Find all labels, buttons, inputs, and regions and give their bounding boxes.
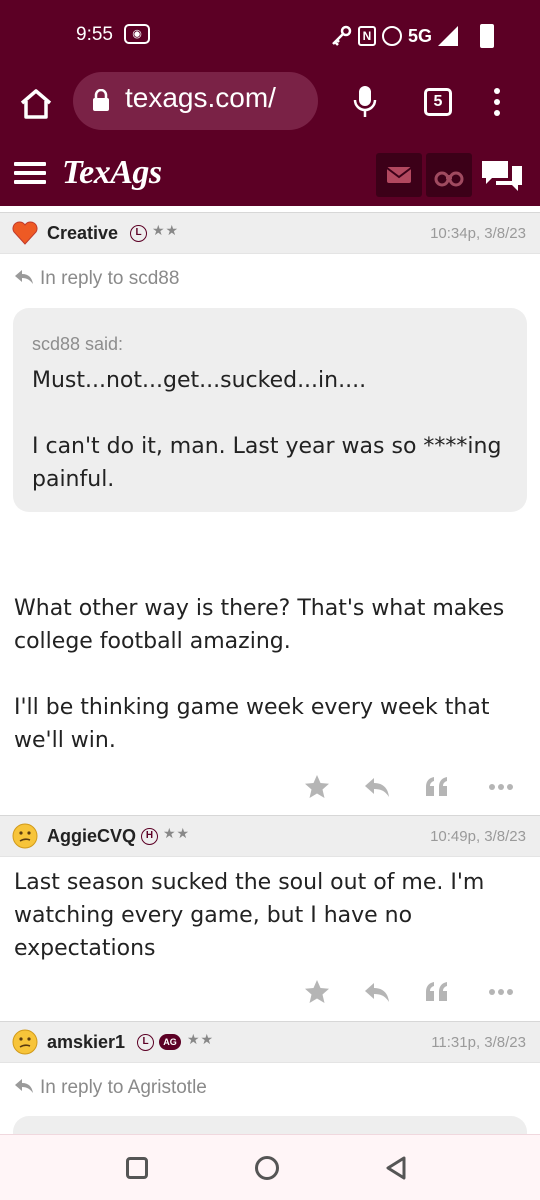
quote-author: scd88 said: xyxy=(32,334,124,354)
reply-icon[interactable] xyxy=(362,772,392,802)
post-username[interactable]: amskier1 xyxy=(47,1032,125,1053)
network-type: 5G xyxy=(408,25,433,46)
member-badge: L xyxy=(130,225,147,242)
lock-icon xyxy=(93,89,109,111)
post-actions xyxy=(300,977,530,1007)
post-username[interactable]: AggieCVQ xyxy=(47,826,136,847)
user-stars: ★★ xyxy=(187,1032,215,1048)
chat-icon[interactable] xyxy=(480,158,524,192)
member-badge: H xyxy=(141,828,158,845)
reply-to-link[interactable]: In reply to Agristotle xyxy=(14,1077,207,1099)
microphone-icon[interactable] xyxy=(352,84,378,120)
post-body: Last season sucked the soul out of me. I… xyxy=(14,870,485,961)
thinking-face-avatar-icon[interactable] xyxy=(12,1029,38,1055)
signal-icon xyxy=(438,26,459,46)
post-header: AggieCVQ H ★★ 10:49p, 3/8/23 xyxy=(0,815,540,857)
home-icon[interactable] xyxy=(18,86,54,122)
site-header: TexAgs xyxy=(0,140,540,206)
reply-icon[interactable] xyxy=(362,977,392,1007)
recent-apps-icon[interactable] xyxy=(126,1157,148,1179)
address-bar[interactable]: texags.com/ xyxy=(73,72,318,130)
quote-icon[interactable] xyxy=(422,977,452,1007)
user-stars: ★★ xyxy=(163,826,191,842)
alarm-icon xyxy=(382,26,402,46)
binoculars-icon xyxy=(434,171,464,187)
nfc-icon: N xyxy=(358,26,376,46)
status-bar: 9:55 ◉ N 5G xyxy=(0,0,540,70)
post-body: What other way is there? That's what mak… xyxy=(14,596,505,753)
mail-icon xyxy=(386,167,412,183)
post-header: Creative L ★★ 10:34p, 3/8/23 xyxy=(0,212,540,254)
post-timestamp[interactable]: 10:34p, 3/8/23 xyxy=(430,225,526,242)
quoted-post: scd88 said: Must...not...get...sucked...… xyxy=(13,308,527,512)
user-stars: ★★ xyxy=(152,223,180,239)
more-options-icon[interactable] xyxy=(486,772,516,802)
more-menu-icon[interactable] xyxy=(490,88,504,118)
reply-arrow-icon xyxy=(15,1079,33,1093)
key-icon xyxy=(332,25,352,46)
post-username[interactable]: Creative xyxy=(47,223,118,244)
battery-icon xyxy=(480,24,495,48)
system-navigation-bar xyxy=(0,1134,540,1200)
post-actions xyxy=(300,772,530,802)
star-icon[interactable] xyxy=(302,772,332,802)
post-timestamp[interactable]: 11:31p, 3/8/23 xyxy=(431,1034,526,1051)
site-logo[interactable]: TexAgs xyxy=(62,154,162,192)
quote-icon[interactable] xyxy=(422,772,452,802)
thinking-face-avatar-icon[interactable] xyxy=(12,823,38,849)
back-icon[interactable] xyxy=(384,1155,408,1181)
home-circle-icon[interactable] xyxy=(255,1156,279,1180)
hamburger-menu-icon[interactable] xyxy=(14,162,46,184)
post-header: amskier1 L AG ★★ 11:31p, 3/8/23 xyxy=(0,1021,540,1063)
messages-button[interactable] xyxy=(376,153,422,197)
watchlist-button[interactable] xyxy=(426,153,472,197)
status-time: 9:55 xyxy=(76,24,113,45)
reply-arrow-icon xyxy=(15,270,33,284)
tab-switcher-button[interactable]: 5 xyxy=(424,88,452,116)
star-icon[interactable] xyxy=(302,977,332,1007)
screen-record-icon: ◉ xyxy=(124,24,150,44)
reply-to-link[interactable]: In reply to scd88 xyxy=(14,268,179,290)
more-options-icon[interactable] xyxy=(486,977,516,1007)
quote-body: Must...not...get...sucked...in.... I can… xyxy=(32,368,502,492)
browser-toolbar: texags.com/ 5 xyxy=(0,70,540,140)
post-timestamp[interactable]: 10:49p, 3/8/23 xyxy=(430,828,526,845)
url-text: texags.com/ xyxy=(125,82,276,113)
member-badge: L xyxy=(137,1034,154,1051)
heart-avatar-icon[interactable] xyxy=(12,220,38,246)
ag-badge: AG xyxy=(159,1034,181,1050)
